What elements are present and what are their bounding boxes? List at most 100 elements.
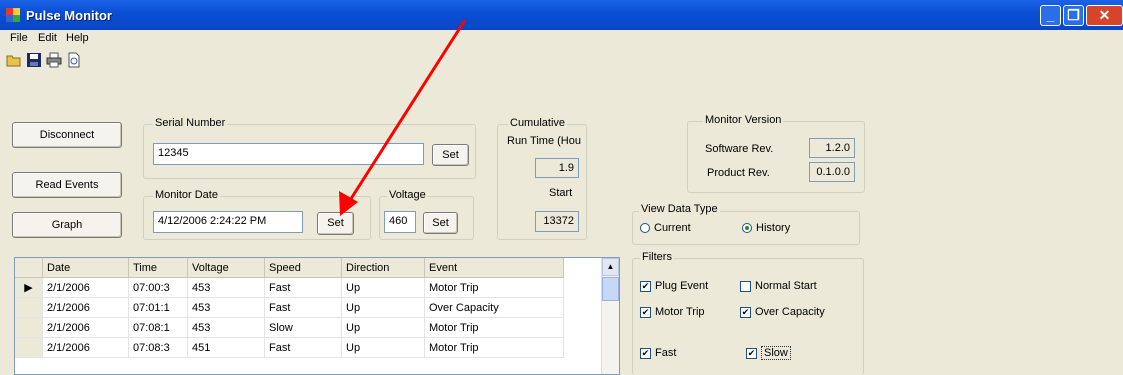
checkbox-empty-icon[interactable]: [740, 280, 751, 292]
grid-header-row: Date Time Voltage Speed Direction Event: [15, 258, 564, 278]
disconnect-button[interactable]: Disconnect: [12, 122, 122, 148]
restore-icon[interactable]: ❐: [1063, 5, 1084, 26]
filter-motor-trip-label: Motor Trip: [655, 306, 705, 318]
window-title: Pulse Monitor: [26, 8, 112, 23]
radio-current-circle[interactable]: [640, 223, 650, 234]
filter-normal-start-label: Normal Start: [755, 280, 817, 292]
column-header-speed[interactable]: Speed: [264, 258, 342, 278]
column-header-date[interactable]: Date: [42, 258, 129, 278]
radio-history-circle[interactable]: [742, 223, 752, 234]
radio-current[interactable]: Current: [640, 222, 691, 234]
annotation-arrow: [339, 19, 467, 216]
menu-bar: [0, 30, 1123, 48]
table-row[interactable]: 2/1/2006 07:01:1 453 Fast Up Over Capaci…: [15, 297, 564, 318]
row-header: [15, 297, 43, 318]
monitor-version-label: Monitor Version: [703, 114, 784, 126]
cell-direction[interactable]: Up: [341, 317, 425, 338]
cell-time[interactable]: 07:01:1: [128, 297, 188, 318]
product-rev-label: Product Rev.: [707, 167, 770, 179]
filter-over-capacity-label: Over Capacity: [755, 306, 825, 318]
cell-speed[interactable]: Fast: [264, 297, 342, 318]
filters-label: Filters: [640, 251, 674, 263]
menu-file[interactable]: File: [10, 32, 28, 44]
check-icon[interactable]: ✔: [746, 347, 757, 359]
radio-current-label: Current: [654, 222, 691, 234]
cell-date[interactable]: 2/1/2006: [42, 337, 129, 358]
events-grid[interactable]: Date Time Voltage Speed Direction Event …: [14, 257, 620, 375]
run-time-value: 1.9: [535, 158, 579, 178]
cell-speed[interactable]: Fast: [264, 337, 342, 358]
grid-corner: [15, 258, 43, 278]
check-icon[interactable]: ✔: [640, 347, 651, 359]
table-row[interactable]: 2/1/2006 07:08:1 453 Slow Up Motor Trip: [15, 317, 564, 338]
filter-plug-event[interactable]: ✔ Plug Event: [640, 280, 708, 292]
monitor-date-field[interactable]: 4/12/2006 2:24:22 PM: [153, 211, 303, 233]
cell-voltage[interactable]: 453: [187, 297, 265, 318]
cell-event[interactable]: Motor Trip: [424, 317, 564, 338]
arrow-shaft: [345, 19, 467, 206]
cell-time[interactable]: 07:08:3: [128, 337, 188, 358]
app-icon: [6, 8, 20, 22]
check-icon[interactable]: ✔: [740, 306, 751, 318]
check-icon[interactable]: ✔: [640, 306, 651, 318]
close-icon[interactable]: ✕: [1086, 5, 1123, 26]
cell-direction[interactable]: Up: [341, 277, 425, 298]
radio-history-label: History: [756, 222, 791, 234]
column-header-event[interactable]: Event: [424, 258, 564, 278]
cell-event[interactable]: Motor Trip: [424, 337, 564, 358]
cell-date[interactable]: 2/1/2006: [42, 317, 129, 338]
software-rev-label: Software Rev.: [705, 143, 774, 155]
filter-slow[interactable]: ✔ Slow: [746, 346, 791, 360]
table-row[interactable]: ▶ 2/1/2006 07:00:3 453 Fast Up Motor Tri…: [15, 277, 564, 298]
print-icon[interactable]: [46, 52, 62, 68]
row-header: [15, 317, 43, 338]
graph-button[interactable]: Graph: [12, 212, 122, 238]
cell-speed[interactable]: Slow: [264, 317, 342, 338]
grid-scrollbar[interactable]: ▲: [601, 258, 619, 374]
menu-help[interactable]: Help: [66, 32, 89, 44]
cell-time[interactable]: 07:00:3: [128, 277, 188, 298]
serial-number-label: Serial Number: [153, 117, 228, 129]
filter-over-capacity[interactable]: ✔ Over Capacity: [740, 306, 825, 318]
current-row-indicator-icon: ▶: [15, 277, 43, 298]
menu-edit[interactable]: Edit: [38, 32, 57, 44]
cell-event[interactable]: Motor Trip: [424, 277, 564, 298]
cell-speed[interactable]: Fast: [264, 277, 342, 298]
filter-motor-trip[interactable]: ✔ Motor Trip: [640, 306, 705, 318]
scroll-thumb[interactable]: [602, 277, 619, 301]
cell-date[interactable]: 2/1/2006: [42, 277, 129, 298]
software-rev-value: 1.2.0: [809, 138, 855, 158]
cell-event[interactable]: Over Capacity: [424, 297, 564, 318]
check-icon[interactable]: ✔: [640, 280, 651, 292]
monitor-date-label: Monitor Date: [153, 189, 220, 201]
filter-plug-event-label: Plug Event: [655, 280, 709, 292]
column-header-voltage[interactable]: Voltage: [187, 258, 265, 278]
cell-direction[interactable]: Up: [341, 337, 425, 358]
filter-fast-label: Fast: [655, 347, 677, 359]
scroll-up-icon[interactable]: ▲: [602, 258, 619, 276]
start-value: 13372: [535, 211, 579, 232]
column-header-time[interactable]: Time: [128, 258, 188, 278]
cell-date[interactable]: 2/1/2006: [42, 297, 129, 318]
cell-direction[interactable]: Up: [341, 297, 425, 318]
filter-slow-label: Slow: [761, 346, 791, 360]
radio-history[interactable]: History: [742, 222, 790, 234]
title-bar[interactable]: [0, 0, 1123, 30]
filter-fast[interactable]: ✔ Fast: [640, 347, 676, 359]
cell-time[interactable]: 07:08:1: [128, 317, 188, 338]
cumulative-label: Cumulative: [508, 117, 568, 129]
view-data-type-label: View Data Type: [639, 203, 720, 215]
cell-voltage[interactable]: 451: [187, 337, 265, 358]
table-row[interactable]: 2/1/2006 07:08:3 451 Fast Up Motor Trip: [15, 337, 564, 358]
filter-normal-start[interactable]: Normal Start: [740, 280, 817, 292]
print-preview-icon[interactable]: [66, 52, 82, 68]
run-time-label: Run Time (Hou: [507, 135, 581, 147]
read-events-button[interactable]: Read Events: [12, 172, 122, 198]
column-header-direction[interactable]: Direction: [341, 258, 425, 278]
save-icon[interactable]: [26, 52, 42, 68]
cell-voltage[interactable]: 453: [187, 317, 265, 338]
minimize-icon[interactable]: _: [1040, 5, 1061, 26]
cell-voltage[interactable]: 453: [187, 277, 265, 298]
product-rev-value: 0.1.0.0: [809, 162, 855, 182]
open-folder-icon[interactable]: [6, 52, 22, 68]
